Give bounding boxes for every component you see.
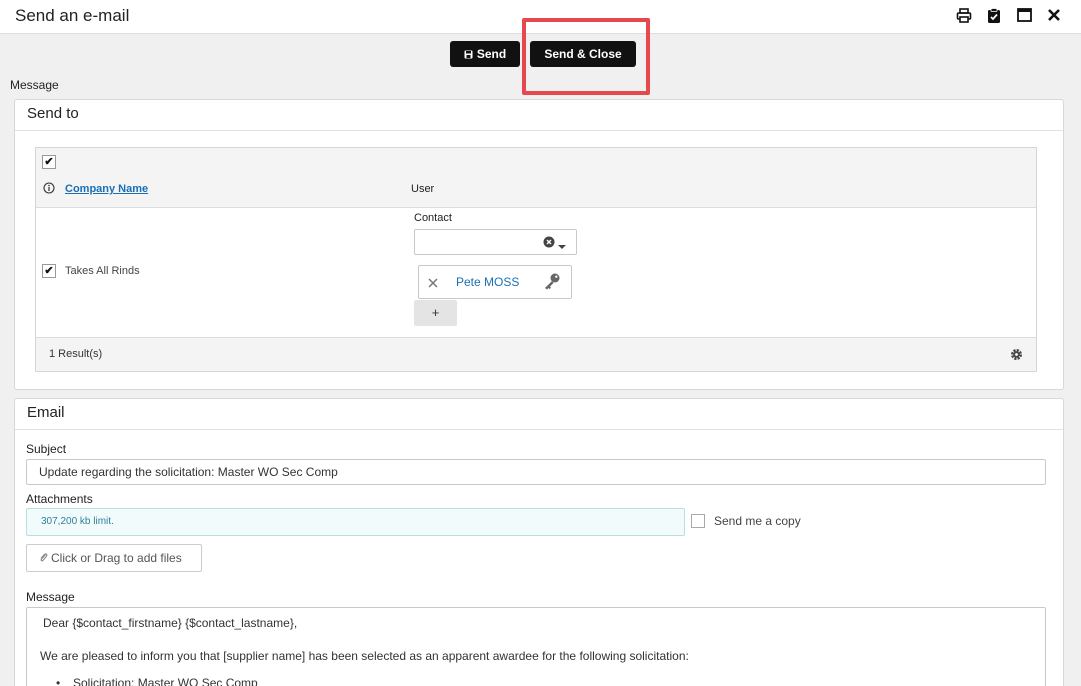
clear-circle-icon[interactable] bbox=[543, 236, 555, 251]
company-name-cell: Takes All Rinds bbox=[65, 265, 140, 277]
send-to-title: Send to bbox=[15, 100, 1063, 131]
contact-chip: Pete MOSS bbox=[418, 265, 572, 299]
key-icon bbox=[543, 272, 561, 293]
contact-label: Contact bbox=[414, 212, 452, 224]
send-button-label: Send bbox=[476, 47, 507, 61]
send-to-panel: Send to ✔ Company Name User ✔ Takes All … bbox=[14, 99, 1064, 390]
message-label: Message bbox=[26, 590, 75, 604]
info-icon bbox=[43, 182, 55, 197]
send-copy-label: Send me a copy bbox=[714, 514, 801, 528]
close-icon[interactable] bbox=[1045, 8, 1063, 26]
attachments-label: Attachments bbox=[26, 492, 93, 506]
window-title: Send an e-mail bbox=[15, 6, 130, 25]
maximize-icon[interactable] bbox=[1015, 8, 1033, 26]
add-files-label: Click or Drag to add files bbox=[51, 551, 182, 565]
attachments-dropzone[interactable]: 307,200 kb limit. bbox=[26, 508, 685, 536]
contact-select[interactable] bbox=[414, 229, 577, 255]
print-icon[interactable] bbox=[955, 8, 973, 26]
grid-footer: 1 Result(s) bbox=[36, 337, 1036, 371]
add-contact-button[interactable]: + bbox=[414, 300, 457, 326]
message-line-1: Dear {$contact_firstname} {$contact_last… bbox=[43, 616, 298, 630]
message-line-3: Solicitation: Master WO Sec Comp bbox=[73, 676, 258, 686]
email-title: Email bbox=[15, 399, 1063, 430]
row-checkbox[interactable]: ✔ bbox=[42, 264, 56, 278]
remove-x-icon[interactable] bbox=[428, 277, 438, 291]
caret-down-icon[interactable] bbox=[558, 239, 566, 253]
contact-chip-name[interactable]: Pete MOSS bbox=[456, 275, 519, 289]
send-button[interactable]: Send bbox=[450, 41, 520, 67]
highlight-annotation bbox=[522, 18, 650, 95]
message-line-2: We are pleased to inform you that [suppl… bbox=[40, 649, 689, 663]
clipboard-check-icon[interactable] bbox=[985, 8, 1003, 26]
send-copy-checkbox[interactable] bbox=[691, 514, 705, 528]
paperclip-icon bbox=[39, 552, 48, 566]
subject-input[interactable]: Update regarding the solicitation: Maste… bbox=[26, 459, 1046, 485]
window-controls bbox=[955, 8, 1063, 26]
grid-header: ✔ Company Name User bbox=[36, 148, 1036, 208]
user-column-header: User bbox=[411, 183, 435, 195]
company-name-column-header[interactable]: Company Name bbox=[65, 183, 148, 195]
select-all-checkbox[interactable]: ✔ bbox=[42, 155, 56, 169]
results-count: 1 Result(s) bbox=[49, 348, 103, 360]
message-editor[interactable]: Dear {$contact_firstname} {$contact_last… bbox=[26, 607, 1046, 686]
message-section-label: Message bbox=[10, 78, 59, 92]
message-bullet: • bbox=[56, 676, 61, 686]
add-files-button[interactable]: Click or Drag to add files bbox=[26, 544, 202, 572]
save-icon bbox=[464, 42, 473, 68]
subject-label: Subject bbox=[26, 442, 67, 456]
gear-icon[interactable] bbox=[1010, 348, 1023, 364]
recipients-grid: ✔ Company Name User ✔ Takes All Rinds Co… bbox=[35, 147, 1037, 372]
